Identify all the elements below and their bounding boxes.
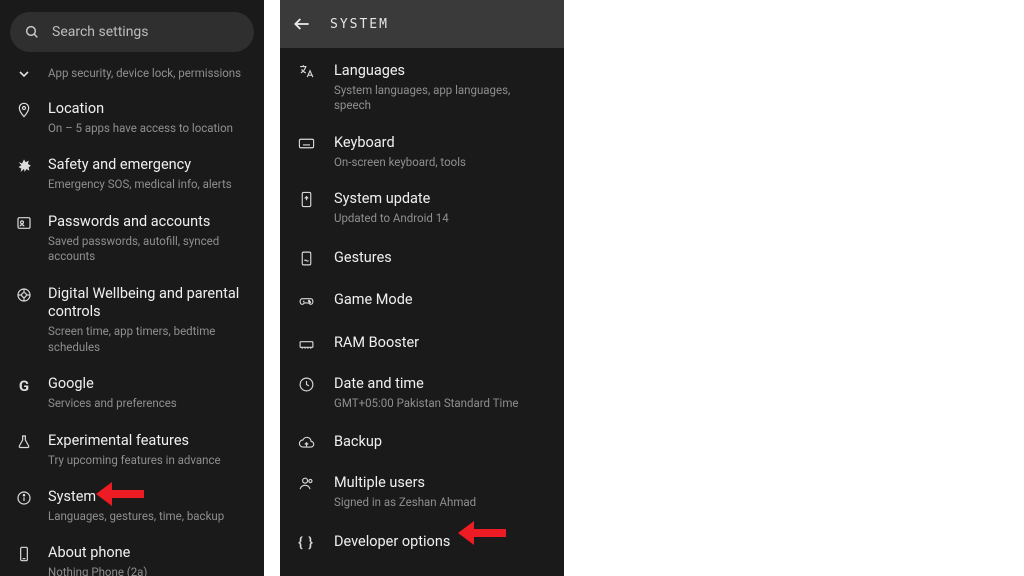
settings-item-wellbeing[interactable]: Digital Wellbeing and parental controls … (6, 275, 258, 366)
settings-item-safety[interactable]: Safety and emergency Emergency SOS, medi… (6, 146, 258, 202)
system-item-keyboard[interactable]: Keyboard On-screen keyboard, tools (286, 124, 558, 180)
keyboard-icon (294, 134, 318, 152)
item-title: System update (334, 190, 550, 209)
blank-area (580, 0, 1024, 576)
settings-item-experimental[interactable]: Experimental features Try upcoming featu… (6, 422, 258, 478)
item-title: System (48, 488, 252, 507)
system-item-update[interactable]: System update Updated to Android 14 (286, 180, 558, 236)
item-title: Google (48, 375, 252, 394)
medical-icon (12, 156, 36, 174)
item-subtitle: Updated to Android 14 (334, 211, 550, 227)
item-title: Experimental features (48, 432, 252, 451)
settings-item-google[interactable]: G Google Services and preferences (6, 365, 258, 421)
braces-icon: { } (294, 534, 318, 551)
back-button[interactable] (292, 14, 312, 34)
item-title: Location (48, 100, 252, 119)
system-panel: SYSTEM Languages System languages, app l… (280, 0, 564, 576)
item-title: Passwords and accounts (48, 213, 252, 232)
google-icon: G (12, 375, 36, 395)
item-subtitle: Screen time, app timers, bedtime schedul… (48, 324, 252, 355)
system-header: SYSTEM (280, 0, 564, 48)
system-item-gestures[interactable]: Gestures (286, 237, 558, 280)
chevron-down-icon (12, 64, 36, 82)
item-subtitle: Try upcoming features in advance (48, 453, 252, 469)
settings-item-system[interactable]: System Languages, gestures, time, backup (6, 478, 258, 534)
backup-icon (294, 434, 318, 452)
item-subtitle: Emergency SOS, medical info, alerts (48, 177, 252, 193)
item-title: Backup (334, 433, 550, 452)
item-subtitle: On-screen keyboard, tools (334, 155, 550, 171)
item-subtitle: System languages, app languages, speech (334, 83, 550, 114)
system-item-users[interactable]: Multiple users Signed in as Zeshan Ahmad (286, 464, 558, 520)
flask-icon (12, 432, 36, 450)
item-subtitle: On – 5 apps have access to location (48, 121, 252, 137)
translate-icon (294, 62, 318, 80)
location-icon (12, 100, 36, 118)
item-subtitle: Saved passwords, autofill, synced accoun… (48, 234, 252, 265)
phone-icon (12, 544, 36, 562)
item-subtitle: Nothing Phone (2a) (48, 565, 252, 576)
item-subtitle: App security, device lock, permissions (48, 66, 252, 82)
settings-item-location[interactable]: Location On – 5 apps have access to loca… (6, 90, 258, 146)
settings-panel: Search settings App security, device loc… (0, 0, 264, 576)
item-title: Developer options (334, 533, 550, 552)
wellbeing-icon (12, 285, 36, 303)
clock-icon (294, 375, 318, 393)
gesture-icon (294, 249, 318, 267)
item-title: Date and time (334, 375, 550, 394)
search-bar[interactable]: Search settings (10, 12, 254, 52)
system-list: Languages System languages, app language… (280, 48, 564, 576)
item-title: RAM Booster (334, 334, 550, 353)
search-icon (24, 24, 40, 40)
ram-icon (294, 335, 318, 353)
item-subtitle: Signed in as Zeshan Ahmad (334, 495, 550, 511)
accounts-icon (12, 213, 36, 231)
system-header-title: SYSTEM (330, 17, 389, 32)
system-item-languages[interactable]: Languages System languages, app language… (286, 52, 558, 124)
gamepad-icon (294, 292, 318, 310)
item-title: Digital Wellbeing and parental controls (48, 285, 252, 323)
system-item-backup[interactable]: Backup (286, 421, 558, 464)
item-title: About phone (48, 544, 252, 563)
item-subtitle: Languages, gestures, time, backup (48, 509, 252, 525)
update-icon (294, 190, 318, 208)
item-title: Languages (334, 62, 550, 81)
item-title: Safety and emergency (48, 156, 252, 175)
settings-item-passwords[interactable]: Passwords and accounts Saved passwords, … (6, 203, 258, 275)
item-title: Game Mode (334, 291, 550, 310)
item-subtitle: GMT+05:00 Pakistan Standard Time (334, 396, 550, 412)
item-title: Gestures (334, 249, 550, 268)
system-item-gamemode[interactable]: Game Mode (286, 279, 558, 322)
system-item-datetime[interactable]: Date and time GMT+05:00 Pakistan Standar… (286, 365, 558, 421)
settings-item-about[interactable]: About phone Nothing Phone (2a) (6, 534, 258, 576)
users-icon (294, 474, 318, 492)
item-subtitle: Services and preferences (48, 396, 252, 412)
system-item-ram[interactable]: RAM Booster (286, 322, 558, 365)
system-item-developer[interactable]: { } Developer options (286, 521, 558, 564)
settings-list: App security, device lock, permissions L… (0, 60, 264, 576)
info-icon (12, 488, 36, 506)
settings-item-previous[interactable]: App security, device lock, permissions (6, 60, 258, 90)
item-title: Keyboard (334, 134, 550, 153)
system-item-reset[interactable]: Reset options (286, 564, 558, 576)
search-placeholder: Search settings (52, 24, 149, 40)
item-title: Multiple users (334, 474, 550, 493)
